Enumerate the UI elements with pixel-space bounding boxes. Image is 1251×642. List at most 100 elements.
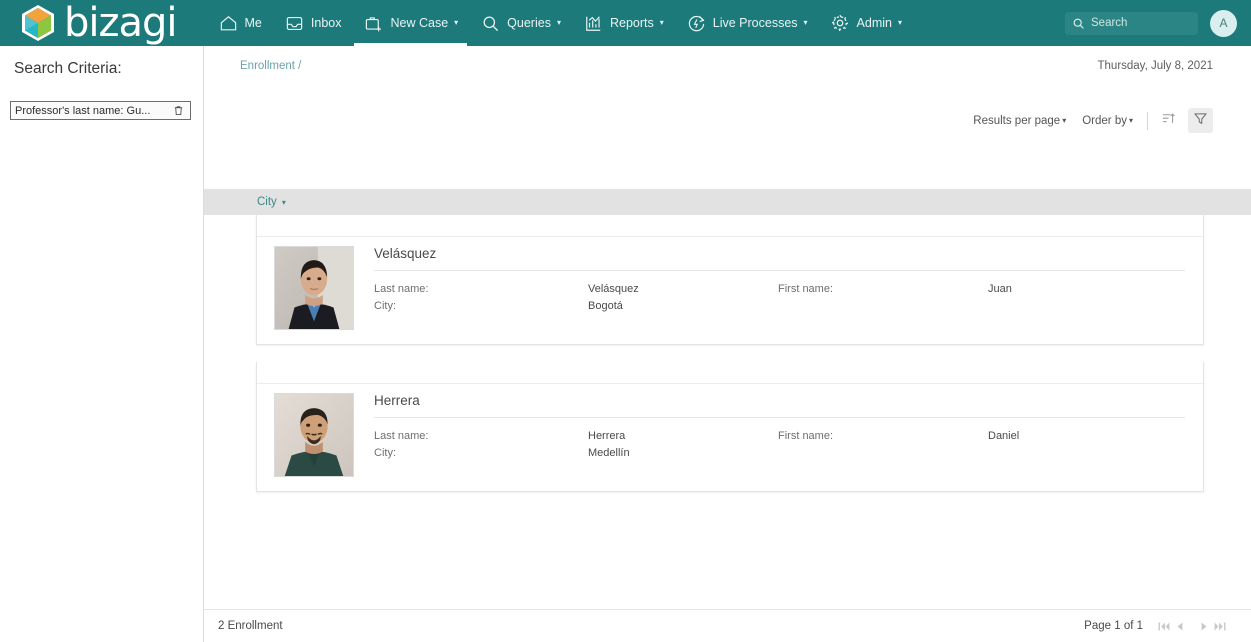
group-by-city-label: City [257, 196, 277, 208]
nav-right-area: A [1065, 9, 1237, 37]
field-value-last-name: Velásquez [588, 283, 639, 295]
chevron-down-icon: ▾ [556, 18, 561, 27]
nav-item-admin-label: Admin [856, 16, 892, 30]
funnel-filter-icon [1193, 111, 1208, 131]
field-value-city: Bogotá [588, 300, 623, 312]
search-criteria-sidebar: Search Criteria: Professor's last name: … [0, 46, 204, 642]
results-per-page-label: Results per page [973, 114, 1061, 127]
first-page-button[interactable] [1158, 621, 1170, 632]
nav-item-inbox[interactable]: Inbox [273, 0, 353, 46]
global-search-box[interactable] [1065, 11, 1198, 35]
next-page-button[interactable] [1200, 621, 1208, 632]
results-toolbar: Results per page ▾ Order by ▾ [957, 108, 1213, 133]
card-body: Herrera Last name: Herrera First name: D… [257, 384, 1203, 491]
chart-icon [583, 13, 604, 34]
user-avatar[interactable]: A [1210, 9, 1237, 37]
chevron-down-icon: ▾ [454, 18, 459, 27]
card-spacer [204, 345, 1251, 362]
card-body: Velásquez Last name: Velásquez First nam… [257, 237, 1203, 344]
field-value-first-name: Juan [988, 283, 1012, 295]
field-value-city: Medellín [588, 447, 630, 459]
filter-button[interactable] [1188, 108, 1213, 133]
last-page-button[interactable] [1214, 621, 1226, 632]
chevron-down-icon: ▾ [659, 18, 664, 27]
sort-button[interactable] [1156, 109, 1180, 133]
field-label-last-name: Last name: [374, 430, 429, 442]
header-row: Enrollment / Thursday, July 8, 2021 [204, 46, 1251, 91]
nav-items: Me Inbox New Case ▾ Queries ▾ Reports ▾ … [207, 0, 913, 46]
card-fields: Last name: Velásquez First name: Juan Ci… [374, 283, 1185, 312]
field-empty [988, 447, 1185, 459]
search-icon [1072, 17, 1085, 30]
nav-item-new-case[interactable]: New Case ▾ [352, 0, 469, 46]
current-date-label: Thursday, July 8, 2021 [1097, 60, 1214, 72]
result-card[interactable]: Velásquez Last name: Velásquez First nam… [256, 215, 1204, 345]
nav-item-me-label: Me [244, 16, 262, 30]
order-by-dropdown[interactable]: Order by ▾ [1082, 115, 1133, 127]
field-label-city: City: [374, 447, 396, 459]
results-footer: 2 Enrollment Page 1 of 1 [204, 609, 1251, 642]
pagination: Page 1 of 1 [1084, 620, 1229, 632]
search-criteria-chip-text: Professor's last name: Gu... [15, 104, 151, 117]
chevron-down-icon: ▾ [1062, 116, 1067, 125]
card-fields: Last name: Herrera First name: Daniel Ci… [374, 430, 1185, 459]
results-list: Velásquez Last name: Velásquez First nam… [204, 215, 1251, 613]
field-label-first-name: First name: [778, 283, 834, 295]
field-label-last-name: Last name: [374, 283, 429, 295]
field-empty [778, 300, 988, 312]
card-top-strip [257, 362, 1203, 384]
field-label-city: City: [374, 300, 396, 312]
inbox-icon [284, 13, 305, 34]
results-per-page-dropdown[interactable]: Results per page ▾ [973, 115, 1066, 127]
nav-item-reports[interactable]: Reports ▾ [572, 0, 675, 46]
chevron-down-icon: ▾ [1128, 116, 1133, 125]
card-main: Herrera Last name: Herrera First name: D… [374, 393, 1203, 477]
search-criteria-title: Search Criteria: [14, 60, 122, 77]
nav-item-live-processes-label: Live Processes [712, 16, 798, 30]
toolbar-divider [1147, 111, 1148, 130]
group-by-city[interactable]: City ▾ [257, 196, 286, 208]
previous-page-button[interactable] [1176, 621, 1184, 632]
chevron-down-icon: ▾ [803, 18, 808, 27]
avatar-initial: A [1219, 16, 1228, 30]
breadcrumb[interactable]: Enrollment / [240, 60, 301, 72]
group-by-bar: City ▾ [204, 189, 1251, 215]
card-title: Herrera [374, 393, 1185, 418]
brand-logo-area[interactable]: bizagi [18, 0, 178, 46]
card-main: Velásquez Last name: Velásquez First nam… [374, 246, 1203, 330]
nav-item-reports-label: Reports [609, 16, 654, 30]
card-top-strip [257, 215, 1203, 237]
chevron-down-icon: ▾ [897, 18, 902, 27]
order-by-label: Order by [1082, 114, 1127, 127]
card-title: Velásquez [374, 246, 1185, 271]
chevron-down-icon: ▾ [281, 197, 286, 207]
home-icon [218, 13, 239, 34]
nav-item-queries-label: Queries [507, 16, 551, 30]
brand-wordmark: bizagi [64, 0, 178, 46]
page-indicator: Page 1 of 1 [1084, 620, 1143, 632]
nav-item-admin[interactable]: Admin ▾ [819, 0, 913, 46]
nav-item-new-case-label: New Case [390, 16, 449, 30]
bizagi-hexagon-icon [18, 3, 58, 43]
gear-icon [830, 13, 851, 34]
field-label-first-name: First name: [778, 430, 834, 442]
search-icon [480, 13, 501, 34]
sort-ascending-icon [1161, 111, 1176, 131]
results-count: 2 Enrollment [218, 620, 283, 632]
field-empty [778, 447, 988, 459]
photo-juan-velasquez [274, 246, 354, 330]
top-navigation-bar: bizagi Me Inbox New Case ▾ Queries ▾ Rep… [0, 0, 1251, 46]
briefcase-add-icon [363, 13, 384, 34]
field-empty [988, 300, 1185, 312]
main-content: Enrollment / Thursday, July 8, 2021 Resu… [204, 46, 1251, 642]
nav-item-me[interactable]: Me [207, 0, 273, 46]
photo-daniel-herrera [274, 393, 354, 477]
nav-item-live-processes[interactable]: Live Processes ▾ [675, 0, 819, 46]
nav-item-queries[interactable]: Queries ▾ [469, 0, 572, 46]
field-value-last-name: Herrera [588, 430, 626, 442]
global-search-input[interactable] [1091, 17, 1191, 29]
result-card[interactable]: Herrera Last name: Herrera First name: D… [256, 362, 1204, 492]
trash-icon[interactable] [173, 104, 184, 117]
field-value-first-name: Daniel [988, 430, 1020, 442]
search-criteria-chip[interactable]: Professor's last name: Gu... [10, 101, 191, 120]
